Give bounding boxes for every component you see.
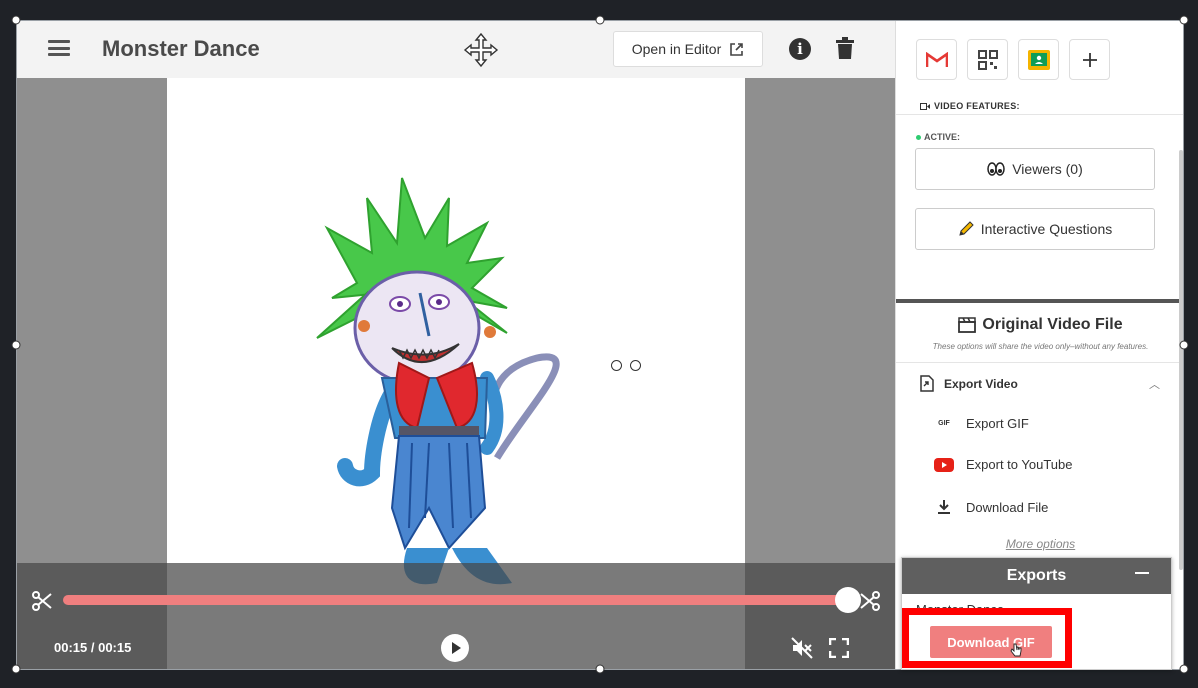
download-gif-button[interactable]: Download GIF [930, 626, 1052, 658]
hand-cursor-icon [1010, 643, 1022, 657]
resize-handle[interactable] [595, 15, 605, 25]
resize-handle[interactable] [595, 664, 605, 674]
resize-handle[interactable] [11, 340, 21, 350]
resize-handle[interactable] [11, 15, 21, 25]
export-item-title: Monster Dance [916, 602, 1005, 617]
exports-header: Exports [902, 558, 1171, 594]
resize-handle[interactable] [1179, 15, 1189, 25]
resize-handle[interactable] [1179, 340, 1189, 350]
minimize-icon[interactable] [1135, 572, 1149, 574]
exports-title: Exports [1006, 567, 1067, 584]
drag-indicator-circles [611, 360, 641, 371]
resize-handle[interactable] [11, 664, 21, 674]
resize-handle[interactable] [1179, 664, 1189, 674]
